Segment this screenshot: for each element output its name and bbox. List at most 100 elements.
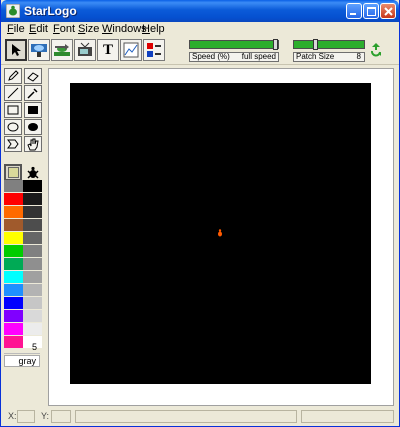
ellipse-outline-icon xyxy=(7,122,19,132)
canvas-area xyxy=(48,68,394,406)
speed-value: full speed xyxy=(241,52,276,61)
color-swatch[interactable] xyxy=(23,219,42,231)
menu-bar: File Edit Font Size Windows Help xyxy=(1,22,399,37)
speed-label: Speed (%) xyxy=(192,52,230,61)
patch-size-slider-track[interactable] xyxy=(293,40,365,49)
rectangle-filled-tool-button[interactable] xyxy=(24,102,42,118)
color-swatch[interactable] xyxy=(23,206,42,218)
pencil-tool-button[interactable] xyxy=(4,68,22,84)
color-swatch[interactable] xyxy=(4,206,23,218)
menu-file[interactable]: File xyxy=(7,23,25,35)
hand-tool-button[interactable] xyxy=(24,136,42,152)
graph-tool-button[interactable] xyxy=(120,39,142,61)
pointer-icon xyxy=(12,44,21,56)
minimize-button[interactable] xyxy=(346,3,362,19)
turtle-move-tool-button[interactable] xyxy=(51,39,73,61)
toolbar: T Speed (%) full speed Patch Size 8 xyxy=(1,37,399,65)
color-swatch[interactable] xyxy=(23,284,42,296)
ellipse-filled-icon xyxy=(28,123,38,131)
palette-list-icon xyxy=(147,43,161,57)
status-bar: X: Y: xyxy=(1,408,399,426)
rectangle-outline-tool-button[interactable] xyxy=(4,102,22,118)
color-swatch[interactable] xyxy=(4,310,23,322)
graph-icon xyxy=(123,42,139,58)
eraser-tool-button[interactable] xyxy=(24,68,42,84)
color-swatch[interactable] xyxy=(4,271,23,283)
color-swatch[interactable] xyxy=(4,245,23,257)
color-swatch[interactable] xyxy=(4,297,23,309)
color-swatch[interactable] xyxy=(4,258,23,270)
color-swatch[interactable] xyxy=(23,258,42,270)
patch-mode-button[interactable] xyxy=(4,164,22,181)
speed-slider-label: Speed (%) full speed xyxy=(189,52,279,62)
color-swatch[interactable] xyxy=(23,193,42,205)
eraser-icon xyxy=(27,72,39,82)
y-coordinate-label: Y: xyxy=(41,411,50,421)
color-swatch[interactable] xyxy=(23,297,42,309)
rectangle-filled-icon xyxy=(28,106,38,114)
tv-monitor-icon xyxy=(78,42,92,56)
eyedropper-tool-button[interactable] xyxy=(24,85,42,101)
speed-slider-thumb[interactable] xyxy=(273,39,278,50)
ellipse-filled-tool-button[interactable] xyxy=(24,119,42,135)
color-swatch[interactable] xyxy=(4,232,23,244)
close-button[interactable] xyxy=(380,3,396,19)
color-swatch[interactable] xyxy=(4,219,23,231)
pencil-icon xyxy=(8,70,19,81)
color-swatch[interactable] xyxy=(4,323,23,335)
color-swatch[interactable] xyxy=(23,180,42,192)
text-tool-button[interactable]: T xyxy=(97,39,119,61)
maximize-button[interactable] xyxy=(363,3,379,19)
patch-size-label: Patch Size xyxy=(296,52,335,61)
close-icon xyxy=(383,6,393,16)
starlogo-app-icon xyxy=(6,4,20,18)
starlogo-canvas[interactable] xyxy=(70,83,371,384)
title-bar[interactable]: StarLogo xyxy=(1,0,399,22)
menu-size[interactable]: Size xyxy=(78,23,99,35)
turtle-move-icon xyxy=(54,44,70,56)
stamp-icon xyxy=(7,139,19,149)
maximize-icon xyxy=(366,6,376,16)
color-swatch[interactable] xyxy=(4,284,23,296)
turtle-shape-icon xyxy=(27,166,39,179)
menu-windows[interactable]: Windows xyxy=(102,23,147,35)
color-swatch[interactable] xyxy=(4,180,23,192)
minimize-icon xyxy=(350,13,356,15)
color-swatch[interactable] xyxy=(23,232,42,244)
turtle-mode-button[interactable] xyxy=(24,164,42,181)
menu-help[interactable]: Help xyxy=(142,23,165,35)
status-extra-field xyxy=(301,410,394,423)
status-message-field xyxy=(75,410,297,423)
stamp-tool-button[interactable] xyxy=(4,136,22,152)
color-swatch[interactable] xyxy=(23,245,42,257)
menu-edit[interactable]: Edit xyxy=(29,23,48,35)
x-coordinate-field xyxy=(17,410,35,423)
hand-icon xyxy=(27,138,39,150)
patch-square-icon xyxy=(7,167,19,178)
turtle-stamp-tool-button[interactable] xyxy=(28,39,50,61)
color-swatch[interactable] xyxy=(23,271,42,283)
color-swatch[interactable] xyxy=(23,323,42,335)
color-swatch[interactable] xyxy=(4,193,23,205)
menu-font[interactable]: Font xyxy=(53,23,75,35)
patch-size-slider-thumb[interactable] xyxy=(313,39,318,50)
turtle-icon[interactable] xyxy=(217,229,223,237)
recycle-icon[interactable] xyxy=(370,42,382,58)
rectangle-outline-icon xyxy=(7,105,19,115)
color-swatch[interactable] xyxy=(23,310,42,322)
monitor-tool-button[interactable] xyxy=(74,39,96,61)
y-coordinate-field xyxy=(51,410,71,423)
palette-list-tool-button[interactable] xyxy=(143,39,165,61)
line-tool-button[interactable] xyxy=(4,85,22,101)
window-title: StarLogo xyxy=(24,4,77,18)
ellipse-outline-tool-button[interactable] xyxy=(4,119,22,135)
starlogo-window: StarLogo File Edit Font Size Windows Hel… xyxy=(0,0,400,427)
text-icon: T xyxy=(102,41,113,58)
speed-slider[interactable]: Speed (%) full speed xyxy=(189,39,281,64)
patch-size-slider-label: Patch Size 8 xyxy=(293,52,365,62)
speed-slider-track[interactable] xyxy=(189,40,279,49)
patch-size-slider[interactable]: Patch Size 8 xyxy=(293,39,367,64)
line-icon xyxy=(7,87,19,99)
patch-size-value: 8 xyxy=(356,52,361,61)
pointer-tool-button[interactable] xyxy=(5,39,27,61)
